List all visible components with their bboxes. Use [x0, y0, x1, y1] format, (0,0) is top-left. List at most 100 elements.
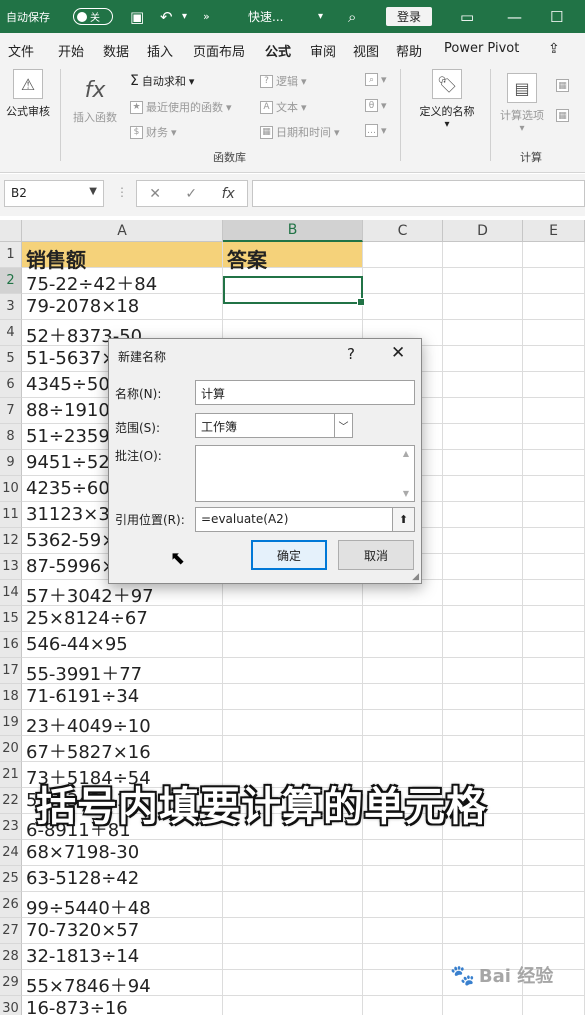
grid-cell[interactable] [523, 684, 585, 710]
row-header[interactable]: 18 [0, 684, 22, 710]
grid-cell[interactable] [363, 606, 443, 632]
row-header[interactable]: 21 [0, 762, 22, 788]
grid-cell[interactable] [523, 398, 585, 424]
grid-cell[interactable] [523, 450, 585, 476]
grid-cell[interactable] [523, 294, 585, 320]
row-header[interactable]: 25 [0, 866, 22, 892]
row-header[interactable]: 27 [0, 918, 22, 944]
row-header[interactable]: 9 [0, 450, 22, 476]
grid-cell[interactable] [523, 736, 585, 762]
grid-cell[interactable] [523, 372, 585, 398]
help-icon[interactable]: ? [347, 345, 355, 363]
calc-now-button[interactable]: ▦ [556, 79, 569, 92]
minimize-icon[interactable]: — [507, 0, 522, 33]
row-header[interactable]: 6 [0, 372, 22, 398]
logical-button[interactable]: ? 逻辑 ▾ [260, 73, 307, 89]
grid-cell[interactable] [523, 242, 585, 268]
ribbon-display-icon[interactable]: ▭ [460, 0, 474, 33]
tab-page-layout[interactable]: 页面布局 [193, 41, 245, 60]
grid-cell[interactable] [363, 242, 443, 268]
row-header[interactable]: 24 [0, 840, 22, 866]
name-field[interactable]: 计算 [195, 380, 415, 405]
row-header[interactable]: 19 [0, 710, 22, 736]
comment-field[interactable]: ▲ ▼ [195, 445, 415, 502]
maximize-icon[interactable]: ☐ [550, 0, 563, 33]
row-header[interactable]: 20 [0, 736, 22, 762]
grid-cell[interactable] [443, 710, 523, 736]
tab-help[interactable]: 帮助 [396, 41, 422, 60]
row-header[interactable]: 2 [0, 268, 22, 294]
undo-icon[interactable]: ↶ [160, 0, 173, 33]
resize-grip-icon[interactable]: ◢ [412, 572, 419, 582]
grid-cell[interactable] [443, 918, 523, 944]
grid-cell[interactable] [443, 996, 523, 1015]
row-header[interactable]: 17 [0, 658, 22, 684]
grid-cell[interactable] [223, 684, 363, 710]
table-cell[interactable]: 68×7198-30 [22, 840, 223, 866]
tab-insert[interactable]: 插入 [147, 41, 173, 60]
grid-cell[interactable] [363, 658, 443, 684]
table-cell[interactable]: 25×8124÷67 [22, 606, 223, 632]
row-header[interactable]: 15 [0, 606, 22, 632]
grid-cell[interactable] [443, 580, 523, 606]
ok-button[interactable]: 确定 [251, 540, 327, 570]
row-header[interactable]: 8 [0, 424, 22, 450]
grid-cell[interactable] [523, 840, 585, 866]
header-cell-sales[interactable]: 销售额 [22, 242, 223, 272]
grid-cell[interactable] [523, 996, 585, 1015]
grid-cell[interactable] [443, 684, 523, 710]
grid-cell[interactable] [443, 242, 523, 268]
cancel-icon[interactable]: ✕ [149, 186, 161, 202]
grid-cell[interactable] [443, 892, 523, 918]
grid-cell[interactable] [523, 580, 585, 606]
tab-home[interactable]: 开始 [58, 41, 84, 60]
grid-cell[interactable] [223, 866, 363, 892]
row-header[interactable]: 23 [0, 814, 22, 840]
grid-cell[interactable] [223, 918, 363, 944]
grid-cell[interactable] [523, 918, 585, 944]
row-header[interactable]: 10 [0, 476, 22, 502]
grid-cell[interactable] [443, 632, 523, 658]
column-header-e[interactable]: E [523, 220, 585, 242]
grid-cell[interactable] [443, 840, 523, 866]
grid-cell[interactable] [363, 944, 443, 970]
row-header[interactable]: 7 [0, 398, 22, 424]
calc-sheet-button[interactable]: ▦ [556, 109, 569, 122]
table-cell[interactable]: 55-3991＋77 [22, 658, 223, 685]
grid-cell[interactable] [523, 892, 585, 918]
grid-cell[interactable] [523, 554, 585, 580]
grid-cell[interactable] [523, 710, 585, 736]
column-header-d[interactable]: D [443, 220, 523, 242]
grid-cell[interactable] [523, 476, 585, 502]
table-cell[interactable]: 70-7320×57 [22, 918, 223, 944]
tab-power-pivot[interactable]: Power Pivot [444, 41, 519, 56]
tab-view[interactable]: 视图 [353, 41, 379, 60]
tab-formulas[interactable]: 公式 [265, 41, 292, 66]
define-name-button[interactable]: 🏷 定义的名称 ▾ [408, 69, 486, 130]
table-cell[interactable]: 99÷5440＋48 [22, 892, 223, 919]
ref-field[interactable]: =evaluate(A2) ⬆ [195, 507, 415, 532]
row-header[interactable]: 11 [0, 502, 22, 528]
row-header[interactable]: 29 [0, 970, 22, 996]
row-header[interactable]: 5 [0, 346, 22, 372]
row-header[interactable]: 13 [0, 554, 22, 580]
table-cell[interactable]: 67＋5827×16 [22, 736, 223, 763]
row-header[interactable]: 3 [0, 294, 22, 320]
grid-cell[interactable] [443, 476, 523, 502]
active-cell-b2[interactable] [223, 276, 365, 306]
grid-cell[interactable] [363, 632, 443, 658]
grid-cell[interactable] [443, 450, 523, 476]
grid-cell[interactable] [223, 996, 363, 1015]
text-button[interactable]: A 文本 ▾ [260, 99, 307, 115]
grid-cell[interactable] [443, 294, 523, 320]
grid-cell[interactable] [523, 528, 585, 554]
document-title[interactable]: 快速... [248, 0, 283, 33]
grid-cell[interactable] [363, 840, 443, 866]
grid-cell[interactable] [523, 658, 585, 684]
grid-cell[interactable] [363, 710, 443, 736]
grid-cell[interactable] [523, 866, 585, 892]
grid-cell[interactable] [443, 554, 523, 580]
undo-dropdown-icon[interactable]: ▾ [182, 0, 187, 33]
close-icon[interactable]: ✕ [391, 343, 405, 363]
grid-cell[interactable] [223, 658, 363, 684]
